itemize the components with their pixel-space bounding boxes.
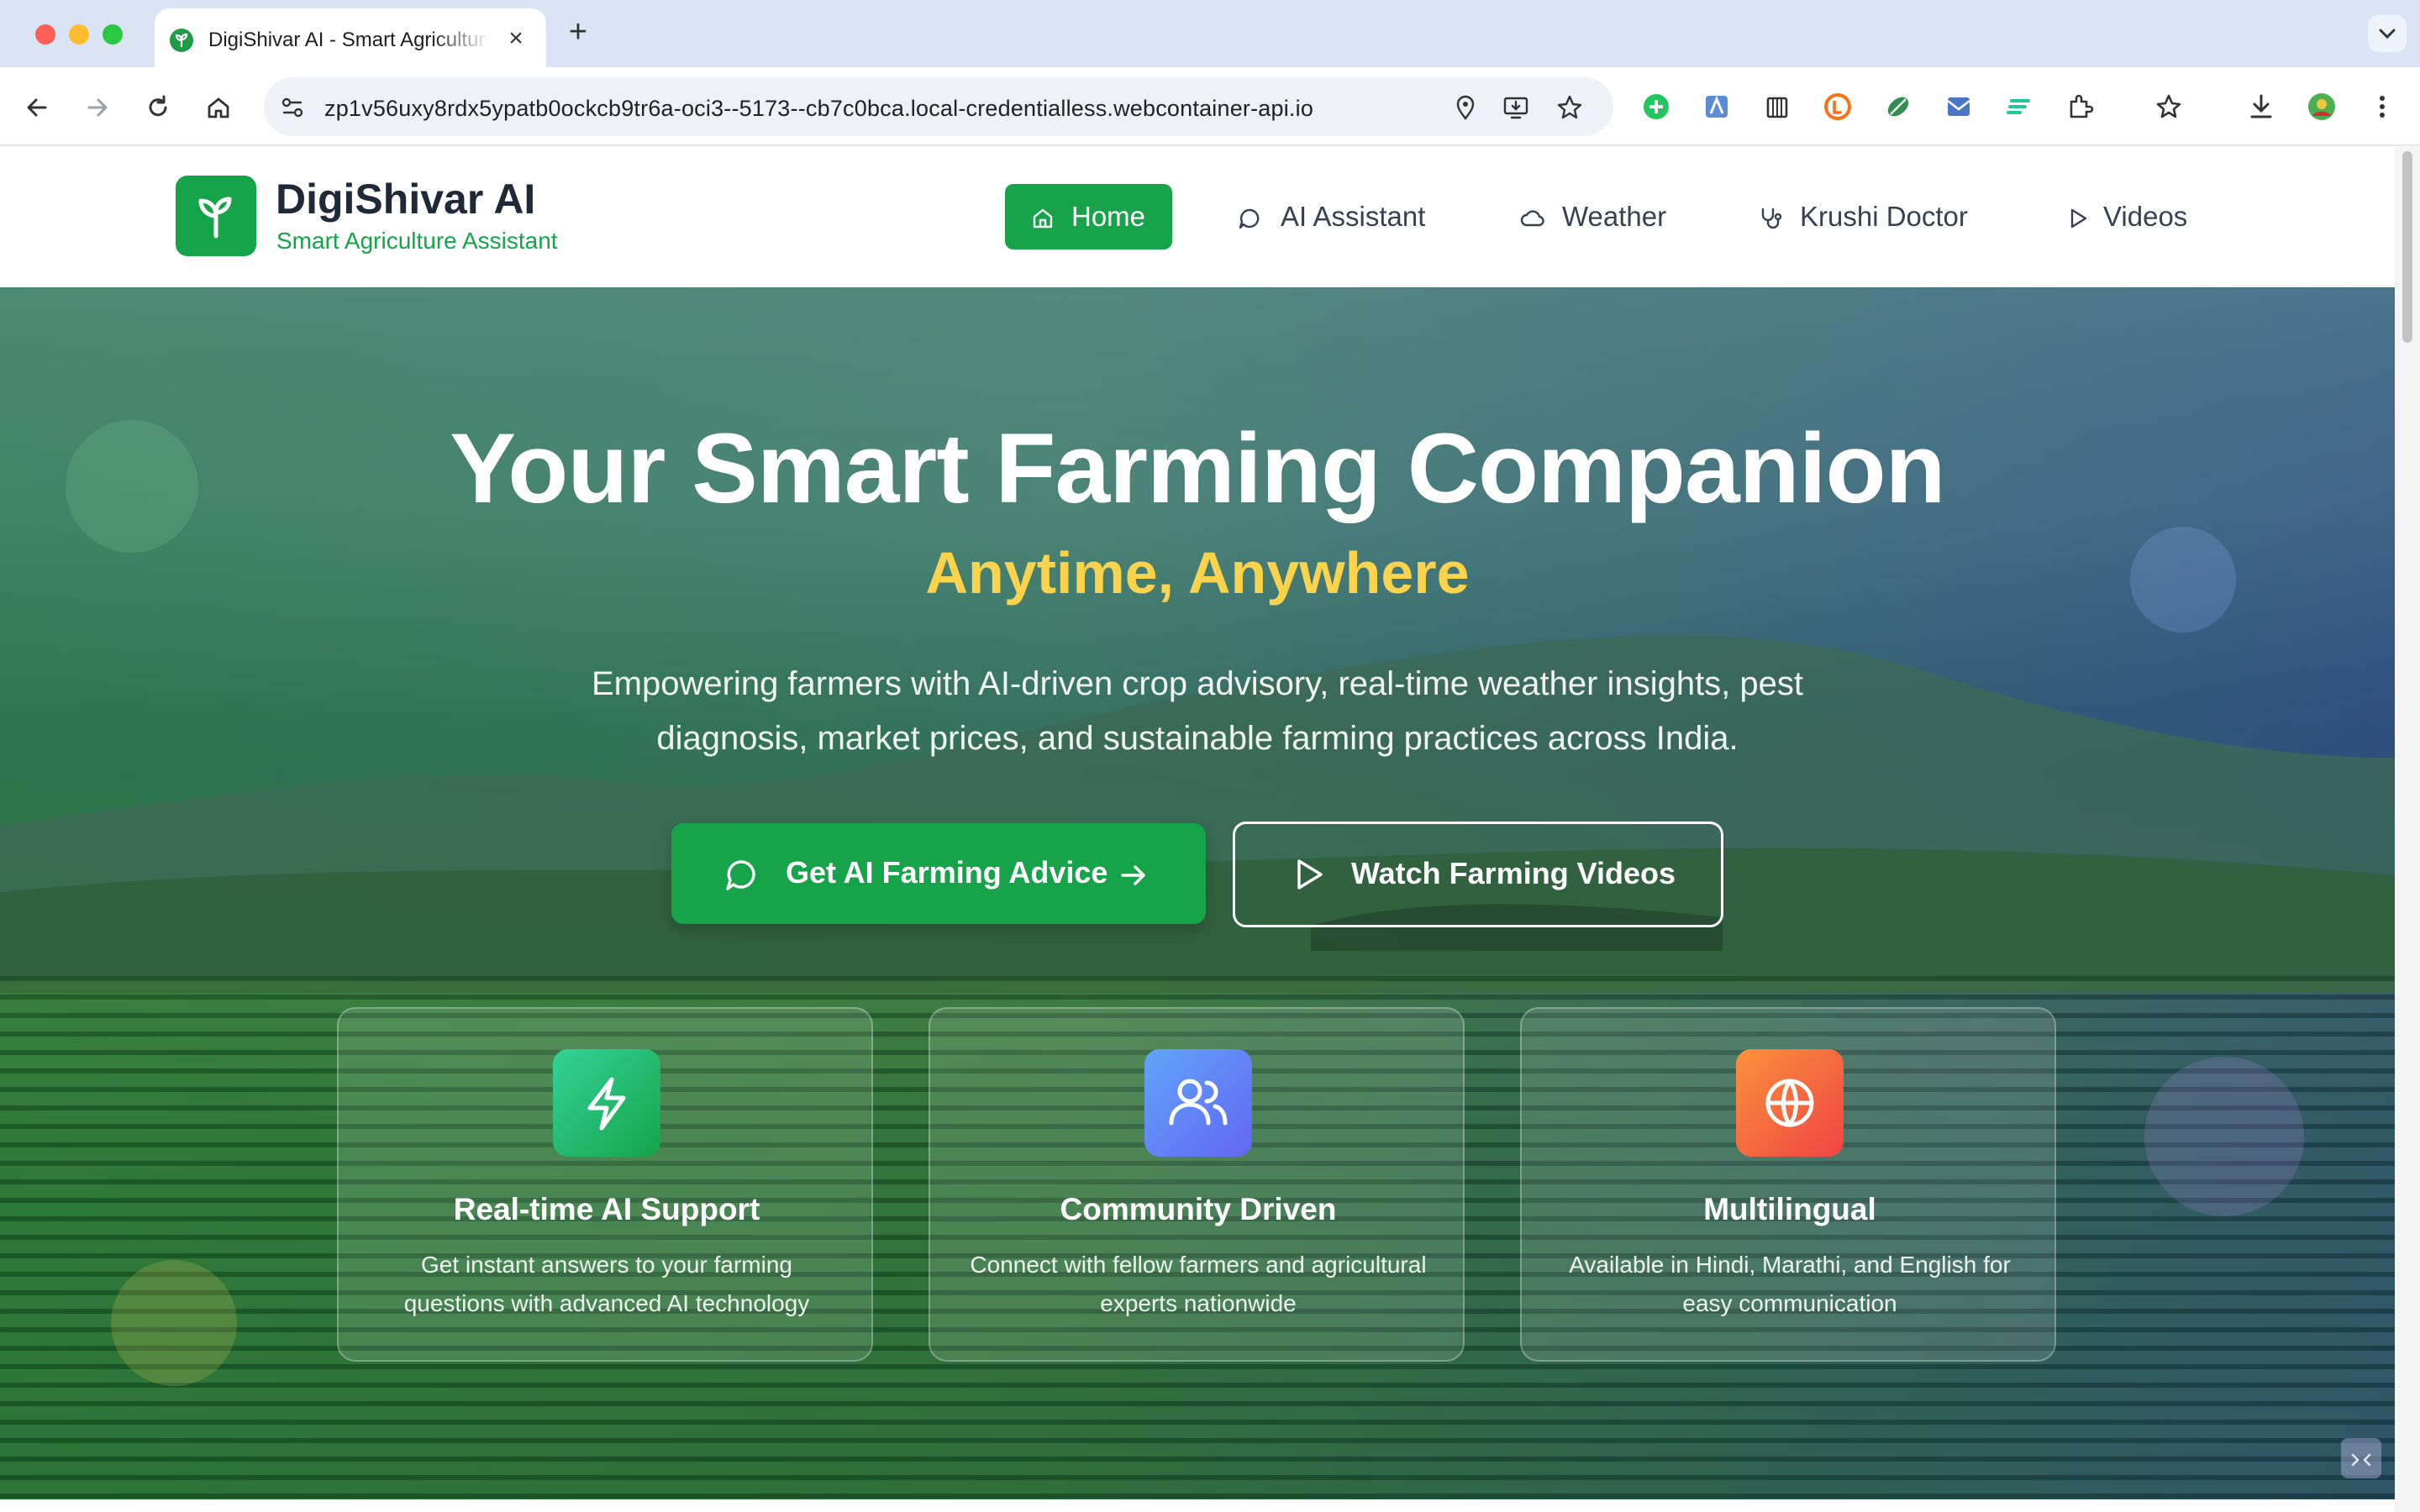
nav-home-label: Home bbox=[1071, 201, 1146, 232]
feature-description: Get instant answers to your farming ques… bbox=[403, 1252, 810, 1316]
globe-icon bbox=[1736, 1049, 1844, 1157]
arrow-right-icon bbox=[1121, 865, 1145, 885]
get-ai-advice-button[interactable]: Get AI Farming Advice bbox=[671, 823, 1206, 924]
browser-toolbar: zp1v56uxy8rdx5ypatb0ockcb9tr6a-oci3--517… bbox=[0, 67, 2420, 146]
home-icon bbox=[1033, 208, 1053, 228]
feature-title: Multilingual bbox=[1703, 1192, 1876, 1226]
extension-archive-icon[interactable] bbox=[1761, 91, 1793, 123]
home-browser-icon[interactable] bbox=[202, 91, 235, 124]
page-scrollbar[interactable] bbox=[2395, 147, 2420, 1512]
watch-videos-button[interactable]: Watch Farming Videos bbox=[1233, 822, 1723, 927]
hero-subtitle: Anytime, Anywhere bbox=[925, 540, 1470, 606]
page-viewport: DigiShivar AI Smart Agriculture Assistan… bbox=[0, 147, 2395, 1499]
feature-title: Real-time AI Support bbox=[453, 1192, 760, 1226]
new-tab-button[interactable]: + bbox=[561, 15, 595, 49]
extension-orange-icon[interactable] bbox=[1822, 91, 1854, 123]
decor-bubble bbox=[111, 1260, 237, 1386]
hero-description: Empowering farmers with AI-driven crop a… bbox=[591, 665, 1804, 757]
brand-tagline: Smart Agriculture Assistant bbox=[276, 228, 558, 254]
reload-icon[interactable] bbox=[141, 91, 175, 124]
reading-list-icon[interactable] bbox=[2154, 91, 2186, 123]
tab-close-icon[interactable]: × bbox=[501, 24, 531, 54]
site-info-icon[interactable] bbox=[277, 92, 308, 123]
hero-title: Your Smart Farming Companion bbox=[450, 413, 1945, 524]
nav-ai-assistant-label: AI Assistant bbox=[1281, 201, 1426, 232]
browser-tab-bar: DigiShivar AI - Smart Agriculture Assist… bbox=[0, 0, 2420, 67]
stethoscope-icon bbox=[1761, 207, 1782, 229]
play-icon bbox=[2070, 208, 2087, 228]
play-icon bbox=[1297, 859, 1323, 890]
nav-ai-assistant[interactable]: AI Assistant bbox=[1227, 184, 1445, 249]
feature-description: Available in Hindi, Marathi, and English… bbox=[1569, 1252, 2011, 1316]
extension-leaf-icon[interactable] bbox=[1882, 91, 1914, 123]
nav-videos[interactable]: Videos bbox=[2055, 184, 2207, 249]
extension-green-icon[interactable] bbox=[1640, 91, 1672, 123]
nav-weather[interactable]: Weather bbox=[1509, 184, 1677, 249]
url-text[interactable]: zp1v56uxy8rdx5ypatb0ockcb9tr6a-oci3--517… bbox=[324, 96, 1313, 122]
brand-name[interactable]: DigiShivar AI bbox=[276, 175, 535, 223]
tab-search-button[interactable] bbox=[2368, 15, 2407, 52]
lightning-icon bbox=[553, 1049, 660, 1157]
minimize-window-button[interactable] bbox=[69, 24, 89, 45]
forward-icon[interactable] bbox=[81, 91, 114, 124]
sprout-logo-icon[interactable] bbox=[176, 176, 256, 256]
feature-card-community[interactable]: Community Driven Connect with fellow far… bbox=[929, 1007, 1465, 1362]
back-icon[interactable] bbox=[20, 91, 54, 124]
users-icon bbox=[1144, 1049, 1252, 1157]
favicon-icon bbox=[170, 29, 193, 52]
extension-stripes-icon[interactable] bbox=[2003, 91, 2035, 123]
floating-widget-button[interactable] bbox=[2341, 1438, 2381, 1478]
watch-videos-label: Watch Farming Videos bbox=[1351, 856, 1676, 890]
profile-avatar-icon[interactable] bbox=[2306, 91, 2338, 123]
feature-card-multilingual[interactable]: Multilingual Available in Hindi, Marathi… bbox=[1520, 1007, 2056, 1362]
nav-krushi-doctor[interactable]: Krushi Doctor bbox=[1748, 184, 1975, 249]
install-app-icon[interactable] bbox=[1501, 92, 1531, 123]
extension-mail-icon[interactable] bbox=[1943, 91, 1975, 123]
nav-krushi-doctor-label: Krushi Doctor bbox=[1800, 201, 1968, 232]
nav-home[interactable]: Home bbox=[1005, 184, 1172, 249]
hero-section: Your Smart Farming Companion Anytime, An… bbox=[0, 287, 2395, 1499]
chat-icon bbox=[1239, 208, 1260, 229]
decor-bubble bbox=[2144, 1057, 2304, 1216]
tab-title-fade bbox=[432, 17, 491, 59]
scrollbar-thumb[interactable] bbox=[2402, 151, 2412, 343]
feature-title: Community Driven bbox=[1060, 1192, 1337, 1226]
cloud-icon bbox=[1520, 210, 1544, 227]
maximize-window-button[interactable] bbox=[103, 24, 123, 45]
location-icon[interactable] bbox=[1450, 92, 1481, 123]
extension-translate-icon[interactable] bbox=[1701, 91, 1733, 123]
address-bar[interactable]: zp1v56uxy8rdx5ypatb0ockcb9tr6a-oci3--517… bbox=[264, 77, 1613, 136]
feature-card-ai-support[interactable]: Real-time AI Support Get instant answers… bbox=[337, 1007, 873, 1362]
browser-menu-icon[interactable] bbox=[2366, 91, 2398, 123]
browser-tab[interactable]: DigiShivar AI - Smart Agriculture Assist… bbox=[155, 8, 546, 67]
chat-icon bbox=[726, 860, 755, 890]
bookmark-star-icon[interactable] bbox=[1555, 92, 1585, 123]
get-ai-advice-label: Get AI Farming Advice bbox=[786, 855, 1108, 890]
site-header: DigiShivar AI Smart Agriculture Assistan… bbox=[0, 147, 2395, 287]
nav-weather-label: Weather bbox=[1562, 201, 1667, 232]
feature-description: Connect with fellow farmers and agricult… bbox=[970, 1252, 1427, 1316]
nav-videos-label: Videos bbox=[2103, 201, 2188, 232]
extensions-puzzle-icon[interactable] bbox=[2064, 91, 2096, 123]
collapse-icon bbox=[2351, 1453, 2371, 1467]
download-icon[interactable] bbox=[2245, 91, 2277, 123]
close-window-button[interactable] bbox=[35, 24, 55, 45]
